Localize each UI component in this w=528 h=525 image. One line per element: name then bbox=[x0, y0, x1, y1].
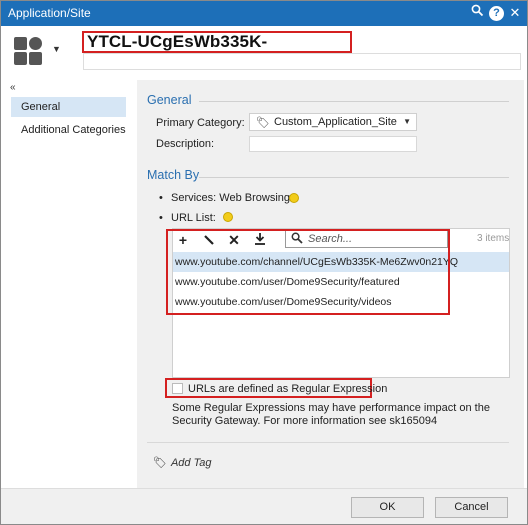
nav-item-additional-categories[interactable]: Additional Categories bbox=[11, 120, 126, 140]
divider bbox=[147, 442, 509, 443]
section-title-match-by: Match By bbox=[147, 168, 200, 182]
nav-item-general[interactable]: General bbox=[11, 97, 126, 117]
window-title: Application/Site bbox=[8, 6, 91, 20]
item-count: 3 items bbox=[477, 233, 510, 244]
description-label: Description: bbox=[156, 138, 215, 150]
list-item[interactable]: www.youtube.com/channel/UCgEsWb335K-Me6Z… bbox=[173, 252, 509, 272]
add-tag-button[interactable]: 🏷 Add Tag bbox=[153, 456, 212, 469]
primary-category-value: Custom_Application_Site bbox=[274, 116, 397, 128]
list-item[interactable]: www.youtube.com/user/Dome9Security/featu… bbox=[173, 272, 509, 292]
services-label: Services: Web Browsing bbox=[171, 192, 291, 204]
dialog-footer: OK Cancel bbox=[0, 488, 528, 525]
tag-icon: 🏷 bbox=[256, 117, 270, 129]
title-bar: Application/Site ? ✕ bbox=[0, 0, 528, 26]
divider bbox=[199, 101, 509, 102]
main-content: General Primary Category: 🏷 Custom_Appli… bbox=[137, 80, 524, 488]
help-icon[interactable]: ? bbox=[489, 6, 504, 21]
regex-checkbox[interactable] bbox=[172, 383, 183, 394]
regex-note: Some Regular Expressions may have perfor… bbox=[172, 402, 490, 427]
search-icon[interactable] bbox=[468, 4, 486, 22]
chevron-down-icon[interactable]: ▼ bbox=[52, 44, 61, 54]
primary-category-label: Primary Category: bbox=[156, 117, 245, 129]
section-title-general: General bbox=[147, 93, 192, 107]
object-header: ▼ YTCL-UCgEsWb335K-Me6Zwv0n21YQ bbox=[0, 26, 528, 76]
cancel-button[interactable]: Cancel bbox=[435, 497, 508, 518]
chevron-down-icon: ▼ bbox=[403, 117, 411, 126]
import-icon[interactable] bbox=[250, 231, 270, 249]
bullet: • bbox=[159, 212, 163, 224]
search-icon bbox=[291, 232, 303, 247]
list-item[interactable]: www.youtube.com/user/Dome9Security/video… bbox=[173, 292, 509, 312]
lightbulb-icon[interactable] bbox=[289, 193, 299, 203]
url-list-label: URL List: bbox=[171, 212, 216, 224]
application-icon[interactable] bbox=[14, 37, 44, 67]
add-icon[interactable]: + bbox=[173, 231, 193, 249]
delete-icon[interactable]: ✕ bbox=[224, 231, 244, 249]
collapse-icon[interactable]: « bbox=[10, 82, 16, 93]
edit-icon[interactable] bbox=[199, 231, 219, 249]
left-nav: « General Additional Categories bbox=[0, 80, 135, 488]
divider bbox=[199, 177, 509, 178]
primary-category-dropdown[interactable]: 🏷 Custom_Application_Site ▼ bbox=[249, 113, 417, 131]
object-name-field[interactable]: YTCL-UCgEsWb335K-Me6Zwv0n21YQ bbox=[82, 31, 352, 69]
search-placeholder: Search... bbox=[308, 233, 353, 245]
ok-button[interactable]: OK bbox=[351, 497, 424, 518]
regex-label[interactable]: URLs are defined as Regular Expression bbox=[188, 383, 387, 395]
close-icon[interactable]: ✕ bbox=[506, 4, 524, 22]
bullet: • bbox=[159, 192, 163, 204]
add-tag-label: Add Tag bbox=[170, 457, 212, 469]
description-field[interactable] bbox=[249, 136, 417, 152]
lightbulb-icon[interactable] bbox=[223, 212, 233, 222]
tag-icon: 🏷 bbox=[153, 457, 167, 469]
url-search-input[interactable]: Search... bbox=[285, 230, 448, 248]
comment-field[interactable] bbox=[83, 53, 521, 70]
